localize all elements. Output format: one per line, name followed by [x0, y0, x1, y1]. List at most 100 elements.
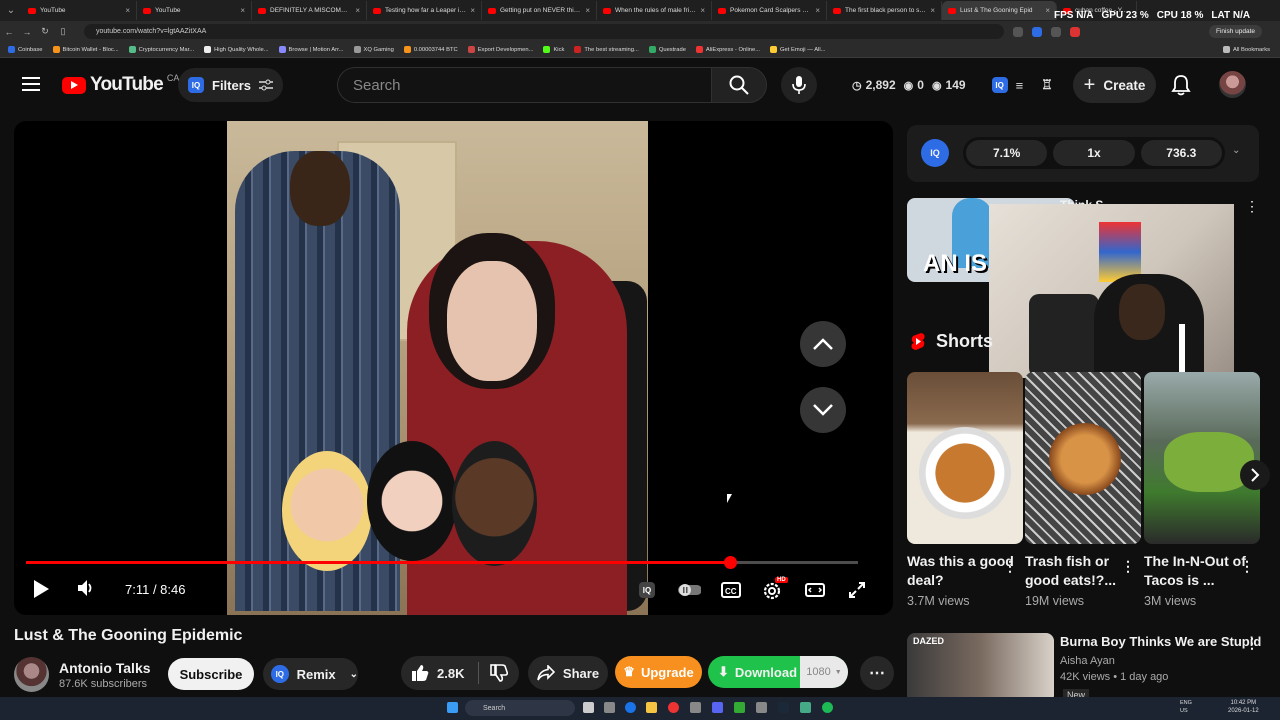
- bookmark[interactable]: 0.00003744 BTC: [403, 46, 458, 53]
- taskbar-app-icon[interactable]: [734, 702, 745, 713]
- close-tab-icon[interactable]: ×: [125, 6, 130, 15]
- upgrade-button[interactable]: ♛ Upgrade: [615, 656, 702, 688]
- browser-tab[interactable]: Testing how far a Leaper in a ×: [367, 1, 482, 20]
- iq-extension-icon[interactable]: IQ: [991, 77, 1008, 93]
- short-thumbnail[interactable]: [1025, 372, 1141, 544]
- short-title[interactable]: The In-N-Out of Tacos is ...: [1144, 552, 1254, 590]
- theater-mode-button[interactable]: [803, 579, 827, 601]
- browser-tab[interactable]: YouTube ×: [22, 1, 137, 20]
- remix-button[interactable]: IQ Remix ⌄: [263, 658, 358, 690]
- language-indicator[interactable]: ENG US: [1180, 699, 1192, 715]
- create-button[interactable]: + Create: [1073, 67, 1156, 103]
- bookmark[interactable]: XQ Gaming: [353, 46, 394, 53]
- taskbar-app-icon[interactable]: [668, 702, 679, 713]
- more-actions-button[interactable]: ⋯: [860, 656, 894, 690]
- fullscreen-button[interactable]: [845, 579, 869, 601]
- taskbar-search[interactable]: Search: [465, 700, 575, 716]
- more-vert-icon[interactable]: ⋮: [1003, 558, 1017, 575]
- more-vert-icon[interactable]: ⋮: [1121, 558, 1135, 575]
- voice-search-button[interactable]: [781, 67, 817, 103]
- progress-scrubber[interactable]: [723, 556, 737, 569]
- chrome-icon[interactable]: [625, 702, 636, 713]
- share-button[interactable]: Share: [528, 656, 608, 690]
- channel-name[interactable]: Antonio Talks: [59, 660, 151, 676]
- taskbar-app-icon[interactable]: [690, 702, 701, 713]
- search-input[interactable]: [353, 76, 712, 94]
- recommended-video-channel[interactable]: Aisha Ayan: [1060, 655, 1115, 667]
- finish-update-button[interactable]: Finish update: [1208, 25, 1262, 38]
- extension-icon[interactable]: [1013, 26, 1023, 37]
- bookmark[interactable]: Get Emoji — All...: [770, 46, 825, 53]
- autoplay-toggle[interactable]: [677, 579, 701, 601]
- short-thumbnail[interactable]: [1144, 372, 1260, 544]
- reload-icon[interactable]: ↻: [36, 26, 54, 37]
- taskbar-app-icon[interactable]: [756, 702, 767, 713]
- all-bookmarks-button[interactable]: All Bookmarks: [1222, 46, 1270, 53]
- iq-pill-speed[interactable]: 1x: [1053, 140, 1135, 166]
- close-tab-icon[interactable]: ×: [815, 6, 820, 15]
- subscribe-button[interactable]: Subscribe: [168, 658, 254, 690]
- captions-button[interactable]: CC: [719, 579, 743, 601]
- spotify-icon[interactable]: [822, 702, 833, 713]
- sidebar-toggle-icon[interactable]: ▯: [54, 26, 72, 37]
- short-thumbnail[interactable]: [907, 372, 1023, 544]
- extension-icon[interactable]: [1051, 26, 1061, 37]
- url-field[interactable]: youtube.com/watch?v=lgtAAZitXAA: [84, 24, 1004, 39]
- progress-bar[interactable]: [26, 556, 858, 569]
- browser-tab[interactable]: DEFINITELY A MISCOMMUNI ×: [252, 1, 367, 20]
- bookmark[interactable]: Browse | Motion Arr...: [278, 46, 344, 53]
- trophy-icon[interactable]: ♖: [1041, 77, 1053, 93]
- filters-button[interactable]: IQ Filters: [178, 68, 284, 102]
- youtube-logo[interactable]: YouTube CA: [62, 73, 179, 96]
- more-vert-icon[interactable]: ⋮: [1240, 558, 1254, 575]
- steam-icon[interactable]: [778, 702, 789, 713]
- file-explorer-icon[interactable]: [646, 702, 657, 713]
- extension-icon[interactable]: [1070, 26, 1080, 37]
- hamburger-menu-icon[interactable]: [22, 77, 40, 91]
- close-tab-icon[interactable]: ×: [930, 6, 935, 15]
- taskbar-app-icon[interactable]: [800, 702, 811, 713]
- quality-select[interactable]: 1080 ▼: [800, 656, 848, 688]
- next-video-button[interactable]: [800, 387, 846, 433]
- settings-button[interactable]: HD: [761, 577, 788, 601]
- taskbar-app-icon[interactable]: [604, 702, 615, 713]
- close-tab-icon[interactable]: ×: [355, 6, 360, 15]
- video-player[interactable]: 7:11 / 8:46 IQ CC HD: [14, 121, 893, 615]
- short-title[interactable]: Was this a good deal?: [907, 552, 1017, 590]
- more-vert-icon[interactable]: ⋮: [1245, 198, 1259, 215]
- iq-logo-icon[interactable]: IQ: [921, 139, 949, 167]
- chevron-down-icon[interactable]: ⌄: [1232, 145, 1240, 156]
- bookmark[interactable]: AliExpress - Online...: [695, 46, 760, 53]
- browser-tab[interactable]: Pokemon Card Scalpers But T ×: [712, 1, 827, 20]
- queue-list-icon[interactable]: ≡: [1016, 78, 1024, 93]
- browser-tab[interactable]: The first black person to say t ×: [827, 1, 942, 20]
- close-tab-icon[interactable]: ×: [700, 6, 705, 15]
- bookmark[interactable]: High Quality Whole...: [204, 46, 269, 53]
- forward-icon[interactable]: →: [18, 27, 36, 37]
- short-title[interactable]: Trash fish or good eats!?...: [1025, 552, 1135, 590]
- browser-tab[interactable]: When the rules of male friend ×: [597, 1, 712, 20]
- recommended-video-title[interactable]: Burna Boy Thinks We are Stupid: [1060, 634, 1261, 649]
- shorts-next-button[interactable]: [1240, 460, 1270, 490]
- close-tab-icon[interactable]: ×: [1045, 6, 1050, 15]
- discord-icon[interactable]: [712, 702, 723, 713]
- close-tab-icon[interactable]: ×: [470, 6, 475, 15]
- download-button[interactable]: ⬇ Download: [708, 664, 800, 680]
- play-button[interactable]: [32, 579, 50, 604]
- bookmark[interactable]: Kick: [543, 46, 564, 53]
- browser-tab[interactable]: YouTube ×: [137, 1, 252, 20]
- iq-player-button[interactable]: IQ: [635, 579, 659, 601]
- bookmark[interactable]: Bitcoin Wallet - Bloc...: [52, 46, 119, 53]
- windows-start-icon[interactable]: [447, 702, 458, 713]
- more-vert-icon[interactable]: ⋮: [1245, 635, 1259, 652]
- bookmark[interactable]: Export Developmen...: [467, 46, 533, 53]
- bookmark[interactable]: Questrade: [648, 46, 686, 53]
- browser-tab[interactable]: Getting put on NEVER this se ×: [482, 1, 597, 20]
- extension-icon[interactable]: [1032, 26, 1042, 37]
- close-tab-icon[interactable]: ×: [585, 6, 590, 15]
- browser-tab-active[interactable]: Lust & The Gooning Epid ×: [942, 1, 1057, 20]
- iq-pill-percent[interactable]: 7.1%: [966, 140, 1048, 166]
- iq-pill-value[interactable]: 736.3: [1140, 140, 1222, 166]
- bookmark[interactable]: The best streaming...: [574, 46, 639, 53]
- taskbar-clock[interactable]: 10:42 PM 2026-01-12: [1228, 699, 1259, 715]
